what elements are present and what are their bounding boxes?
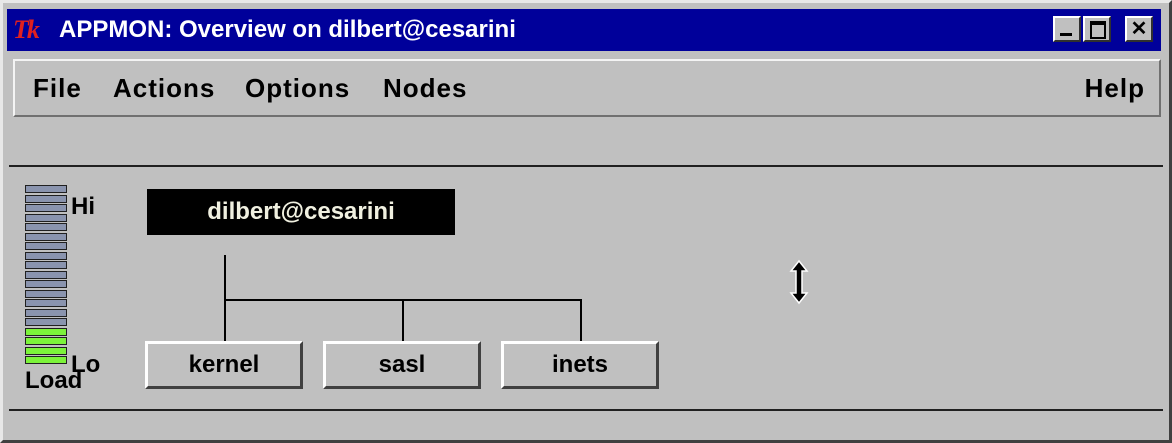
window-title: APPMON: Overview on dilbert@cesarini xyxy=(59,16,516,43)
load-meter xyxy=(25,185,69,367)
title-bar[interactable]: Tk APPMON: Overview on dilbert@cesarini … xyxy=(7,9,1161,51)
app-button-kernel[interactable]: kernel xyxy=(145,341,303,389)
load-meter-segment xyxy=(25,242,67,250)
close-icon: ✕ xyxy=(1130,18,1148,40)
load-meter-segment xyxy=(25,185,67,193)
minimize-icon xyxy=(1060,33,1072,36)
load-meter-segment xyxy=(25,299,67,307)
load-hi-label: Hi xyxy=(71,193,95,220)
load-meter-segment xyxy=(25,251,67,260)
appmon-window: Tk APPMON: Overview on dilbert@cesarini … xyxy=(0,0,1172,443)
load-meter-segment xyxy=(25,223,67,231)
bottom-divider xyxy=(9,409,1163,411)
load-meter-segment xyxy=(25,232,67,241)
menu-bar: File Actions Options Nodes Help xyxy=(13,59,1161,117)
menu-actions[interactable]: Actions xyxy=(113,61,215,115)
load-meter-segment xyxy=(25,270,67,279)
load-meter-segment xyxy=(25,194,67,203)
app-button-sasl[interactable]: sasl xyxy=(323,341,481,389)
load-meter-segment xyxy=(25,204,67,212)
maximize-button[interactable] xyxy=(1083,16,1111,42)
load-meter-segment xyxy=(25,261,67,269)
load-meter-segment xyxy=(25,289,67,298)
menu-help[interactable]: Help xyxy=(1085,61,1145,115)
menu-options[interactable]: Options xyxy=(245,61,350,115)
load-meter-segment xyxy=(25,346,67,355)
load-label: Load xyxy=(25,367,83,394)
load-meter-segment xyxy=(25,280,67,288)
load-meter-segment xyxy=(25,337,67,345)
tree-inets-line xyxy=(580,299,582,341)
app-button-inets[interactable]: inets xyxy=(501,341,659,389)
load-meter-segment xyxy=(25,356,67,364)
tk-logo-icon: Tk xyxy=(13,15,40,44)
close-button[interactable]: ✕ xyxy=(1125,16,1153,42)
resize-vertical-cursor-icon xyxy=(789,259,809,305)
node-button-dilbert[interactable]: dilbert@cesarini xyxy=(147,189,455,235)
load-meter-segment xyxy=(25,308,67,317)
tree-sasl-line xyxy=(402,299,404,341)
load-meter-segment xyxy=(25,327,67,336)
load-meter-segment xyxy=(25,213,67,222)
menu-file[interactable]: File xyxy=(33,61,82,115)
load-meter-segment xyxy=(25,318,67,326)
tree-trunk-line xyxy=(224,255,226,341)
minimize-button[interactable] xyxy=(1053,16,1081,42)
maximize-icon xyxy=(1090,21,1106,39)
menu-nodes[interactable]: Nodes xyxy=(383,61,467,115)
top-divider xyxy=(9,165,1163,167)
